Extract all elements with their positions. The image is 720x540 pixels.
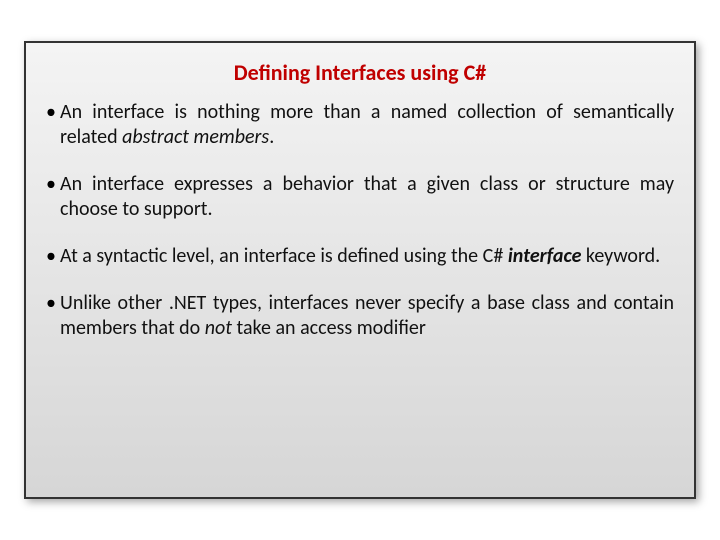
- bullet-text-pre: An interface expresses a behavior that a…: [60, 172, 674, 221]
- list-item: At a syntactic level, an interface is de…: [46, 244, 674, 269]
- slide-title: Defining Interfaces using C#: [46, 59, 674, 86]
- bullet-text-post: .: [269, 125, 274, 149]
- bullet-text-em: abstract members: [122, 125, 269, 149]
- slide-card: Defining Interfaces using C# An interfac…: [24, 41, 696, 499]
- bullet-text-pre: At a syntactic level, an interface is de…: [60, 244, 508, 268]
- list-item: An interface expresses a behavior that a…: [46, 172, 674, 222]
- list-item: An interface is nothing more than a name…: [46, 100, 674, 150]
- list-item: Unlike other .NET types, interfaces neve…: [46, 291, 674, 341]
- bullet-list: An interface is nothing more than a name…: [46, 100, 674, 341]
- bullet-text-post: take an access modifier: [232, 316, 426, 340]
- bullet-text-em: not: [205, 316, 232, 340]
- bullet-text-em: interface: [508, 244, 582, 268]
- bullet-text-post: keyword.: [581, 244, 660, 268]
